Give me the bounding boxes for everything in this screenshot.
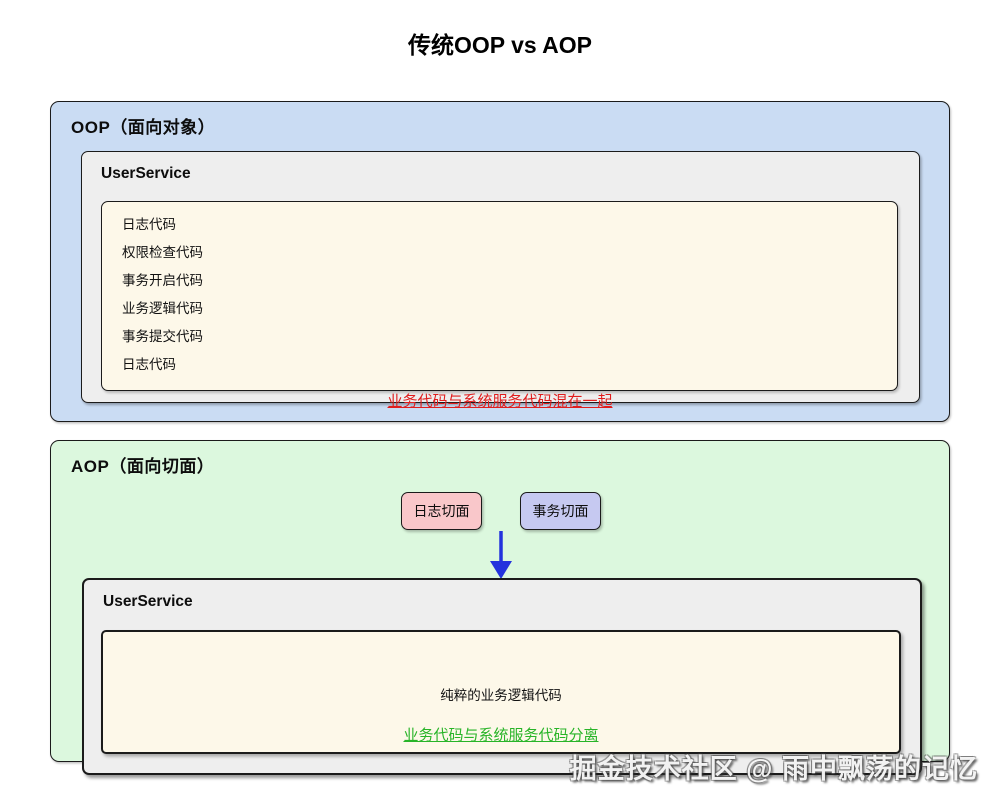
aop-userservice-label: UserService: [103, 593, 193, 610]
down-arrow-icon: [490, 531, 512, 579]
diagram-title: 传统OOP vs AOP: [407, 32, 593, 58]
oop-panel-label: OOP（面向对象）: [71, 118, 216, 137]
aop-panel: AOP（面向切面） 日志切面 事务切面 UserService 纯粹的业务逻辑代…: [50, 440, 950, 775]
code-line: 事务开启代码: [122, 273, 203, 288]
oop-userservice-box: UserService 日志代码 权限检查代码 事务开启代码 业务逻辑代码 事务…: [81, 151, 920, 403]
oop-userservice-label: UserService: [101, 165, 191, 182]
oop-caption: 业务代码与系统服务代码混在一起: [387, 393, 613, 410]
aop-code-box: 纯粹的业务逻辑代码 业务代码与系统服务代码分离: [101, 630, 901, 754]
oop-panel: OOP（面向对象） UserService 日志代码 权限检查代码 事务开启代码…: [50, 101, 950, 422]
code-line: 日志代码: [122, 357, 176, 372]
oop-code-box: 日志代码 权限检查代码 事务开启代码 业务逻辑代码 事务提交代码 日志代码: [101, 201, 898, 391]
code-line: 业务逻辑代码: [122, 301, 203, 316]
transaction-aspect-box: 事务切面: [520, 492, 601, 530]
aop-panel-label: AOP（面向切面）: [71, 457, 215, 476]
watermark: 掘金技术社区 @ 雨中飘荡的记忆: [569, 754, 978, 784]
pure-logic-text: 纯粹的业务逻辑代码: [440, 688, 562, 703]
code-line: 事务提交代码: [122, 329, 203, 344]
aop-userservice-box: UserService 纯粹的业务逻辑代码 业务代码与系统服务代码分离: [82, 578, 922, 775]
log-aspect-box: 日志切面: [401, 492, 482, 530]
diagram-canvas: 传统OOP vs AOP OOP（面向对象） UserService 日志代码 …: [0, 0, 1000, 800]
aop-caption: 业务代码与系统服务代码分离: [403, 727, 599, 744]
code-line: 日志代码: [122, 217, 176, 232]
code-line: 权限检查代码: [122, 245, 203, 260]
